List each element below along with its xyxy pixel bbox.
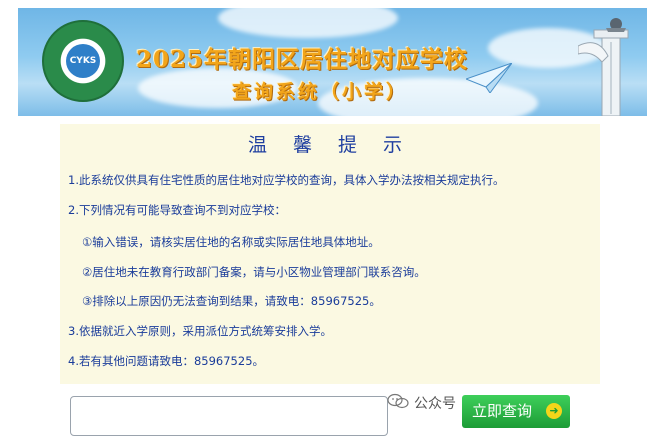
notice-line-4: 4.若有其他问题请致电：85967525。 bbox=[68, 354, 265, 368]
notice-title: 温 馨 提 示 bbox=[247, 134, 413, 156]
notice-line-1: 1.此系统仅供具有住宅性质的居住地对应学校的查询，具体入学办法按相关规定执行。 bbox=[68, 173, 505, 187]
banner-title: 2025年朝阳区居住地对应学校 bbox=[136, 46, 469, 73]
arrow-right-icon: ➜ bbox=[546, 403, 562, 419]
notice-line-3: 3.依据就近入学原则，采用派位方式统筹安排入学。 bbox=[68, 324, 332, 338]
paper-plane-icon bbox=[466, 63, 512, 93]
query-button-label: 立即查询 bbox=[472, 402, 533, 420]
logo-text: CYKS bbox=[66, 44, 100, 78]
notice-panel: 温 馨 提 示 1.此系统仅供具有住宅性质的居住地对应学校的查询，具体入学办法按… bbox=[60, 124, 600, 384]
address-search-input[interactable] bbox=[70, 396, 388, 436]
header-banner: CYKS 2025年朝阳区居住地对应学校 查询系统（小学） bbox=[18, 8, 647, 116]
banner-subtitle: 查询系统（小学） bbox=[232, 81, 409, 103]
query-button[interactable]: 立即查询 ➜ bbox=[462, 395, 570, 428]
notice-line-2-3: ③排除以上原因仍无法查询到结果，请致电：85967525。 bbox=[82, 294, 381, 308]
notice-line-2: 2.下列情况有可能导致查询不到对应学校： bbox=[68, 203, 286, 217]
notice-line-2-1: ①输入错误，请核实居住地的名称或实际居住地具体地址。 bbox=[82, 235, 380, 249]
huabiao-pillar-icon bbox=[578, 18, 629, 116]
notice-line-2-2: ②居住地未在教育行政部门备案，请与小区物业管理部门联系咨询。 bbox=[82, 265, 426, 279]
wechat-icon bbox=[387, 393, 409, 409]
district-logo-icon: CYKS bbox=[42, 20, 124, 102]
